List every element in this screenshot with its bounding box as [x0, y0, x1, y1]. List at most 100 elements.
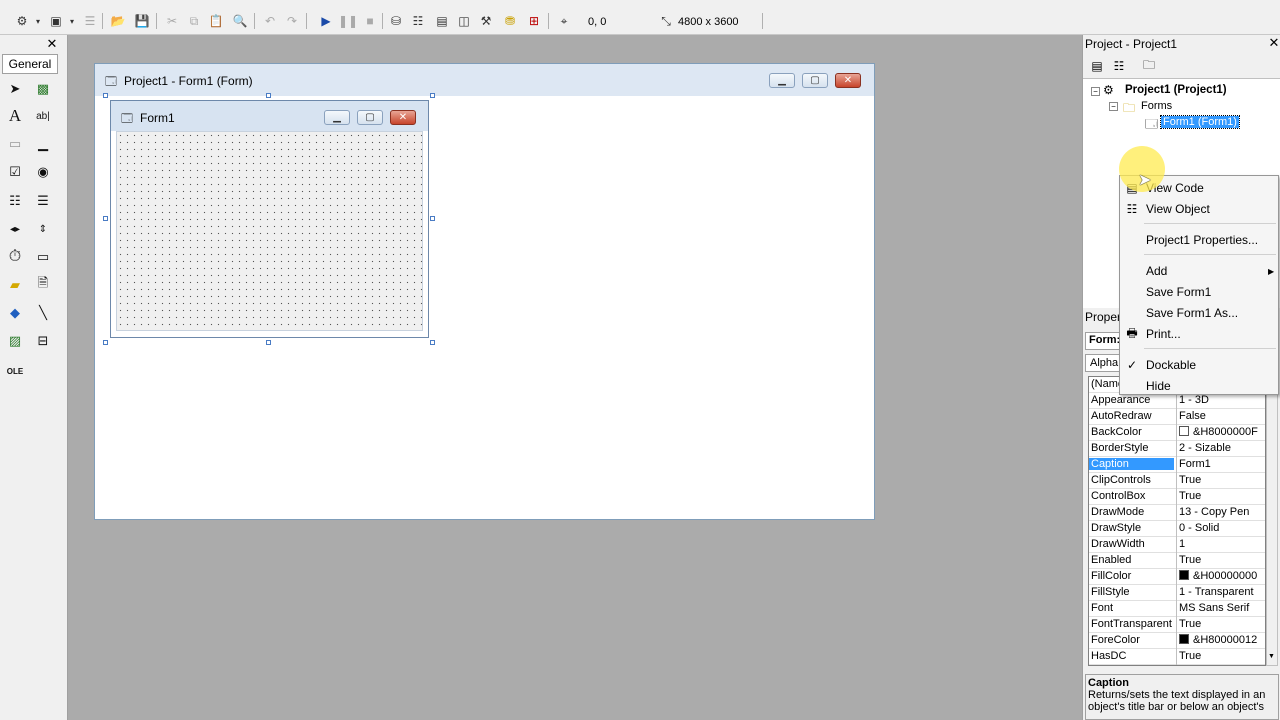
hscrollbar-tool-icon[interactable]: ◂▸	[4, 218, 26, 240]
optionbutton-tool-icon[interactable]: ◉	[32, 161, 54, 183]
view-code-icon[interactable]: ▤	[1089, 58, 1105, 74]
project-explorer-close-icon[interactable]: ✕	[1267, 36, 1280, 50]
scroll-down-icon[interactable]: ▼	[1268, 653, 1275, 660]
resize-handle[interactable]	[103, 216, 108, 221]
property-value[interactable]: 1 - Transparent	[1179, 586, 1265, 598]
maximize-button[interactable]: ▢	[802, 73, 828, 88]
property-row[interactable]: DrawMode 13 - Copy Pen	[1089, 505, 1265, 521]
property-row[interactable]: BorderStyle 2 - Sizable	[1089, 441, 1265, 457]
form1-client-grid[interactable]	[116, 131, 423, 331]
view-object-icon[interactable]: ☷	[1111, 58, 1127, 74]
resize-handle[interactable]	[103, 93, 108, 98]
dropdown-arrow-icon[interactable]: ▾	[64, 13, 80, 29]
data-tool-icon[interactable]: ⊟	[32, 330, 54, 352]
line-tool-icon[interactable]: ╲	[32, 302, 54, 324]
add-form-icon[interactable]: ▣	[48, 13, 64, 29]
break-icon[interactable]: ❚❚	[338, 13, 358, 29]
open-folder-icon[interactable]: 📂	[110, 13, 126, 29]
image-tool-icon[interactable]: ▨	[4, 330, 26, 352]
property-row[interactable]: AutoRedraw False	[1089, 409, 1265, 425]
checkbox-tool-icon[interactable]: ☑	[4, 161, 26, 183]
property-value[interactable]: True	[1179, 474, 1265, 486]
property-value[interactable]: False	[1179, 410, 1265, 422]
property-row[interactable]: DrawWidth 1	[1089, 537, 1265, 553]
menu-editor-icon[interactable]: ☰	[82, 13, 98, 29]
property-row[interactable]: HasDC True	[1089, 649, 1265, 665]
property-value[interactable]: MS Sans Serif	[1179, 602, 1265, 614]
property-row[interactable]: Caption Form1	[1089, 457, 1265, 473]
property-value[interactable]: True	[1179, 650, 1265, 662]
property-row[interactable]: Appearance 1 - 3D	[1089, 393, 1265, 409]
property-row[interactable]: ControlBox True	[1089, 489, 1265, 505]
paste-icon[interactable]: 📋	[208, 13, 224, 29]
property-value[interactable]: &H80000012	[1179, 634, 1265, 646]
combobox-tool-icon[interactable]: ☷	[4, 190, 26, 212]
property-row[interactable]: ForeColor &H80000012	[1089, 633, 1265, 649]
resize-handle[interactable]	[266, 340, 271, 345]
form-designer-titlebar[interactable]: 🗔 Project1 - Form1 (Form) ▁ ▢ ✕	[95, 64, 874, 96]
data-view-icon[interactable]: ⛃	[502, 13, 518, 29]
menu-item-hide[interactable]: Hide	[1146, 379, 1171, 393]
menu-item-print[interactable]: Print...	[1146, 327, 1181, 341]
property-value[interactable]: Form1	[1179, 458, 1265, 470]
property-row[interactable]: DrawStyle 0 - Solid	[1089, 521, 1265, 537]
frame-tool-icon[interactable]: ▭	[4, 133, 26, 155]
commandbutton-tool-icon[interactable]: ▁	[32, 133, 54, 155]
form-layout-icon[interactable]: ▤	[434, 13, 450, 29]
property-value[interactable]: True	[1179, 618, 1265, 630]
shape-tool-icon[interactable]: ◆	[4, 302, 26, 324]
resize-handle[interactable]	[103, 340, 108, 345]
menu-item-view-object[interactable]: View Object	[1146, 202, 1210, 216]
property-row[interactable]: FillStyle 1 - Transparent	[1089, 585, 1265, 601]
toolbox-icon[interactable]: ⚒	[478, 13, 494, 29]
property-row[interactable]: Enabled True	[1089, 553, 1265, 569]
resize-handle[interactable]	[266, 93, 271, 98]
toolbox-tab-general[interactable]: General	[2, 54, 58, 74]
stop-icon[interactable]: ■	[362, 13, 378, 29]
menu-item-dockable[interactable]: Dockable	[1146, 358, 1196, 372]
property-value[interactable]: 0 - Solid	[1179, 522, 1265, 534]
add-project-icon[interactable]: ⚙	[14, 13, 30, 29]
property-grid-scrollbar[interactable]: ▲ ▼	[1266, 376, 1278, 666]
property-row[interactable]: BackColor &H8000000F	[1089, 425, 1265, 441]
filelistbox-tool-icon[interactable]: 🗎	[32, 274, 54, 296]
form1-design[interactable]: 🗔 Form1 ▁ ▢ ✕	[110, 100, 429, 338]
dropdown-arrow-icon[interactable]: ▾	[30, 13, 46, 29]
property-value[interactable]: &H00000000	[1179, 570, 1265, 582]
property-value[interactable]: True	[1179, 490, 1265, 502]
resize-handle[interactable]	[430, 216, 435, 221]
menu-item-save-form1-as[interactable]: Save Form1 As...	[1146, 306, 1238, 320]
project-explorer-icon[interactable]: ⛁	[388, 13, 404, 29]
copy-icon[interactable]: ⧉	[186, 13, 202, 29]
property-row[interactable]: ClipControls True	[1089, 473, 1265, 489]
label-tool-icon[interactable]: A	[4, 105, 26, 127]
object-browser-icon[interactable]: ◫	[456, 13, 472, 29]
textbox-tool-icon[interactable]: ab|	[32, 105, 54, 127]
tree-node-forms[interactable]: Forms	[1141, 100, 1172, 112]
menu-item-add[interactable]: Add	[1146, 264, 1167, 278]
menu-item-project-properties[interactable]: Project1 Properties...	[1146, 233, 1258, 247]
save-icon[interactable]: 💾	[134, 13, 150, 29]
tree-node-form1[interactable]: Form1 (Form1)	[1160, 115, 1240, 129]
drivelistbox-tool-icon[interactable]: ▭	[32, 246, 54, 268]
property-value[interactable]: 1 - 3D	[1179, 394, 1265, 406]
dirlistbox-tool-icon[interactable]: ▰	[4, 274, 26, 296]
listbox-tool-icon[interactable]: ☰	[32, 190, 54, 212]
start-icon[interactable]: ▶	[318, 13, 334, 29]
property-value[interactable]: 2 - Sizable	[1179, 442, 1265, 454]
tree-collapse-icon[interactable]: −	[1109, 102, 1118, 111]
tree-node-project[interactable]: Project1 (Project1)	[1125, 84, 1227, 96]
redo-icon[interactable]: ↷	[284, 13, 300, 29]
resize-handle[interactable]	[430, 340, 435, 345]
property-value[interactable]: &H8000000F	[1179, 426, 1265, 438]
property-value[interactable]: 1	[1179, 538, 1265, 550]
property-value[interactable]: 13 - Copy Pen	[1179, 506, 1265, 518]
timer-tool-icon[interactable]: ⏱	[4, 246, 26, 268]
picturebox-tool-icon[interactable]: ▩	[32, 78, 54, 100]
component-manager-icon[interactable]: ⊞	[526, 13, 542, 29]
property-row[interactable]: FontTransparent True	[1089, 617, 1265, 633]
toolbox-close-icon[interactable]: ✕	[45, 37, 59, 51]
property-row[interactable]: Font MS Sans Serif	[1089, 601, 1265, 617]
toggle-folders-icon[interactable]: 🗀	[1141, 58, 1157, 74]
find-icon[interactable]: 🔍	[232, 13, 248, 29]
